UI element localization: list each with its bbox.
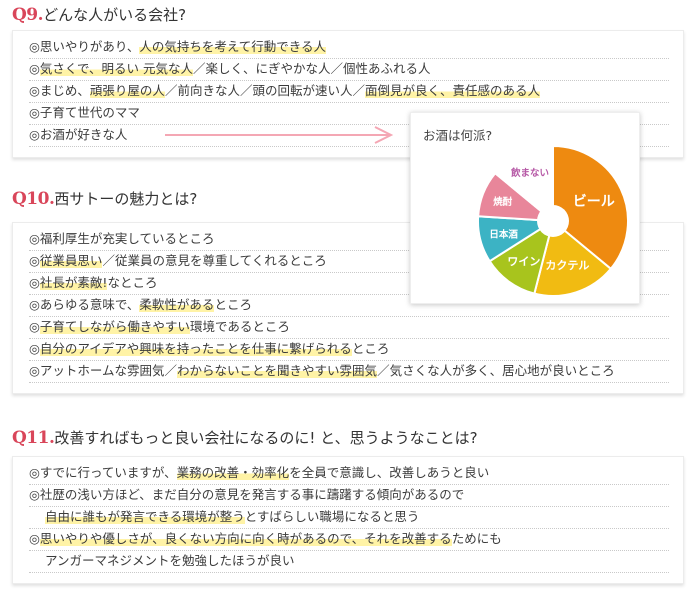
answer-text: 環境であるところ (189, 319, 290, 334)
q11-answer-line: アンガーマネジメントを勉強したほうが良い (29, 551, 669, 573)
arrow-right-icon (165, 126, 394, 144)
q11-answer-line: ◎すでに行っていますが、業務の改善・効率化を全員で意識し、改善しあうと良い (29, 463, 669, 485)
q10-number: Q10 (12, 189, 49, 209)
q11-number: Q11 (12, 428, 49, 448)
answer-text: ◎あらゆる意味で、 (29, 297, 140, 312)
q11-answer-line: ◎思いやりや優しさが、良くない方向に向く時があるので、それを改善するためにも (29, 529, 669, 551)
highlighted-text: 子育てしながら働きやすい (39, 319, 190, 334)
q9-number: Q9 (12, 5, 38, 25)
answer-text: ／楽しく、にぎやかな人／個性あふれる人 (193, 61, 431, 76)
pie-slice-label: ビール (573, 194, 615, 210)
answer-text: ところ (214, 297, 252, 312)
answer-text: ／前向きな人／頭の回転が速い人／ (164, 83, 365, 98)
answer-text: ためにも (451, 531, 502, 546)
highlighted-text: わからないことを聞きやすい雰囲気 (177, 363, 378, 378)
answer-text: ◎ (29, 275, 40, 290)
answer-text: ◎ (29, 61, 40, 76)
pie-center-hole (537, 205, 569, 237)
q11-answer-line: 自由に誰もが発言できる環境が整うとすばらしい職場になると思う (29, 507, 669, 529)
answer-text: ◎ (29, 253, 40, 268)
q11-answer-box: ◎すでに行っていますが、業務の改善・効率化を全員で意識し、改善しあうと良い ◎社歴… (12, 456, 684, 584)
q11-heading: Q11.改善すればもっと良い会社になるのに! と、思うようなことは? (12, 428, 478, 448)
pie-slice-label: ワイン (507, 255, 540, 268)
highlighted-text: 気さくで、明るい 元気な人 (39, 61, 194, 76)
answer-text: ◎すでに行っていますが、 (29, 465, 177, 480)
highlighted-text: 人の気持ちを考えて行動できる人 (139, 39, 327, 54)
q10-heading: Q10.西サトーの魅力とは? (12, 189, 198, 209)
answer-text: なところ (107, 275, 158, 290)
answer-text: ◎思いやりがあり、 (29, 39, 140, 54)
q11-title: 改善すればもっと良い会社になるのに! と、思うようなことは? (54, 429, 478, 447)
q10-title: 西サトーの魅力とは? (54, 190, 198, 208)
answer-text: ◎アットホームな雰囲気／ (29, 363, 178, 378)
answer-text: ／従業員の意見を尊重してくれるところ (102, 253, 327, 268)
answer-text: ところ (351, 341, 390, 356)
answer-text: ／気さくな人が多く、居心地が良いところ (377, 363, 615, 378)
answer-text: ◎お酒が好きな人 (29, 127, 128, 142)
highlighted-text: 面倒見が良く、責任感のある人 (364, 83, 540, 98)
answer-text: ◎子育て世代のママ (29, 105, 140, 120)
pie-slice-label: 日本酒 (489, 229, 518, 241)
q10-answer-line: ◎アットホームな雰囲気／わからないことを聞きやすい雰囲気／気さくな人が多く、居心… (29, 361, 669, 383)
q11-answer-line: ◎社歴の浅い方ほど、まだ自分の意見を発言する事に躊躇する傾向があるので (29, 485, 669, 507)
answer-text: を全員で意識し、改善しあうと良い (289, 465, 490, 480)
pie-slice-label: 飲まない (510, 167, 549, 179)
highlighted-text: 頑張り屋の人 (89, 83, 165, 98)
highlighted-text: 柔軟性がある (139, 297, 215, 312)
answer-text: ◎まじめ、 (29, 83, 90, 98)
answer-text: ◎ (29, 531, 40, 546)
answer-text: ◎福利厚生が充実しているところ (29, 231, 215, 246)
answer-text: とすばらしい職場になると思う (244, 509, 420, 524)
q9-title: どんな人がいる会社? (43, 6, 187, 24)
q9-answer-line: ◎思いやりがあり、人の気持ちを考えて行動できる人 (29, 37, 669, 59)
answer-text: アンガーマネジメントを勉強したほうが良い (45, 553, 295, 568)
q10-answer-line: ◎子育てしながら働きやすい環境であるところ (29, 317, 669, 339)
q9-answer-line: ◎気さくで、明るい 元気な人／楽しく、にぎやかな人／個性あふれる人 (29, 59, 669, 81)
pie-chart: ビールカクテルワイン 日本酒 焼酎 飲まない (477, 144, 629, 297)
pie-slice-label: 焼酎 (493, 196, 513, 208)
highlighted-text: 自分のアイデアや興味を持ったことを仕事に繋げられる (39, 341, 352, 356)
answer-text: ◎ (29, 319, 40, 334)
q10-answer-line: ◎自分のアイデアや興味を持ったことを仕事に繋げられるところ (29, 339, 669, 361)
drink-preference-chart: お酒は何派? ビール カクテル ワイン 日本酒 焼酎 飲まない (410, 112, 640, 304)
highlighted-text: 自由に誰もが発言できる環境が整う (45, 509, 245, 524)
answer-text: ◎ (29, 341, 40, 356)
q9-answer-line: ◎まじめ、頑張り屋の人／前向きな人／頭の回転が速い人／面倒見が良く、責任感のある… (29, 81, 669, 103)
pie-slice-label: カクテル (545, 259, 589, 272)
q9-heading: Q9.どんな人がいる会社? (12, 5, 187, 25)
highlighted-text: 業務の改善・効率化 (176, 465, 290, 480)
answer-text: ◎社歴の浅い方ほど、まだ自分の意見を発言する事に躊躇する傾向があるので (29, 487, 465, 502)
highlighted-text: 従業員思い (39, 253, 103, 268)
highlighted-text: 社長が素敵! (39, 275, 108, 290)
highlighted-text: 思いやりや優しさが、良くない方向に向く時があるので、それを改善する (39, 531, 452, 546)
